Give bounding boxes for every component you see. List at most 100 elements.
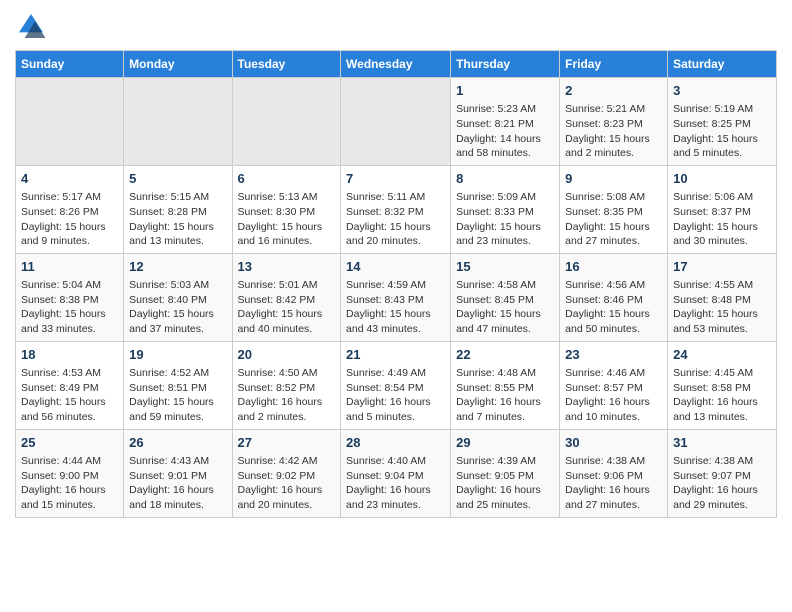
day-info: Sunrise: 4:38 AMSunset: 9:07 PMDaylight:… [673,454,771,513]
day-info: Sunrise: 5:15 AMSunset: 8:28 PMDaylight:… [129,190,226,249]
day-cell [341,78,451,166]
day-info: Sunrise: 5:11 AMSunset: 8:32 PMDaylight:… [346,190,445,249]
day-info: Sunrise: 4:56 AMSunset: 8:46 PMDaylight:… [565,278,662,337]
day-info: Sunrise: 4:42 AMSunset: 9:02 PMDaylight:… [238,454,336,513]
day-number: 2 [565,82,662,100]
day-cell: 15 Sunrise: 4:58 AMSunset: 8:45 PMDayligh… [451,253,560,341]
day-cell: 5 Sunrise: 5:15 AMSunset: 8:28 PMDaylight… [124,165,232,253]
day-cell: 8 Sunrise: 5:09 AMSunset: 8:33 PMDaylight… [451,165,560,253]
day-info: Sunrise: 4:48 AMSunset: 8:55 PMDaylight:… [456,366,554,425]
week-row-3: 11Sunrise: 5:04 AMSunset: 8:38 PMDayligh… [16,253,777,341]
day-cell: 14 Sunrise: 4:59 AMSunset: 8:43 PMDayligh… [341,253,451,341]
day-cell: 7 Sunrise: 5:11 AMSunset: 8:32 PMDaylight… [341,165,451,253]
col-header-friday: Friday [560,51,668,78]
day-cell: 20 Sunrise: 4:50 AMSunset: 8:52 PMDayligh… [232,341,341,429]
day-cell: 10 Sunrise: 5:06 AMSunset: 8:37 PMDayligh… [668,165,777,253]
day-info: Sunrise: 4:55 AMSunset: 8:48 PMDaylight:… [673,278,771,337]
day-number: 5 [129,170,226,188]
day-cell: 22 Sunrise: 4:48 AMSunset: 8:55 PMDayligh… [451,341,560,429]
day-cell: 19Sunrise: 4:52 AMSunset: 8:51 PMDayligh… [124,341,232,429]
day-number: 10 [673,170,771,188]
day-info: Sunrise: 5:04 AMSunset: 8:38 PMDaylight:… [21,278,118,337]
day-info: Sunrise: 4:46 AMSunset: 8:57 PMDaylight:… [565,366,662,425]
day-info: Sunrise: 5:03 AMSunset: 8:40 PMDaylight:… [129,278,226,337]
day-number: 6 [238,170,336,188]
day-info: Sunrise: 5:08 AMSunset: 8:35 PMDaylight:… [565,190,662,249]
day-number: 21 [346,346,445,364]
calendar-container: SundayMondayTuesdayWednesdayThursdayFrid… [0,0,792,533]
week-row-5: 25 Sunrise: 4:44 AMSunset: 9:00 PMDayligh… [16,429,777,517]
day-number: 28 [346,434,445,452]
day-cell: 18Sunrise: 4:53 AMSunset: 8:49 PMDayligh… [16,341,124,429]
day-number: 22 [456,346,554,364]
day-cell: 3Sunrise: 5:19 AMSunset: 8:25 PMDaylight… [668,78,777,166]
day-info: Sunrise: 5:13 AMSunset: 8:30 PMDaylight:… [238,190,336,249]
day-cell: 24 Sunrise: 4:45 AMSunset: 8:58 PMDayligh… [668,341,777,429]
day-info: Sunrise: 4:49 AMSunset: 8:54 PMDaylight:… [346,366,445,425]
day-cell: 11Sunrise: 5:04 AMSunset: 8:38 PMDayligh… [16,253,124,341]
day-info: Sunrise: 4:45 AMSunset: 8:58 PMDaylight:… [673,366,771,425]
col-header-thursday: Thursday [451,51,560,78]
col-header-wednesday: Wednesday [341,51,451,78]
day-cell: 21 Sunrise: 4:49 AMSunset: 8:54 PMDayligh… [341,341,451,429]
day-number: 23 [565,346,662,364]
day-cell: 12Sunrise: 5:03 AMSunset: 8:40 PMDayligh… [124,253,232,341]
day-number: 3 [673,82,771,100]
col-header-tuesday: Tuesday [232,51,341,78]
day-number: 25 [21,434,118,452]
day-info: Sunrise: 4:58 AMSunset: 8:45 PMDaylight:… [456,278,554,337]
day-info: Sunrise: 5:09 AMSunset: 8:33 PMDaylight:… [456,190,554,249]
day-info: Sunrise: 4:44 AMSunset: 9:00 PMDaylight:… [21,454,118,513]
day-number: 4 [21,170,118,188]
day-number: 1 [456,82,554,100]
day-cell: 16Sunrise: 4:56 AMSunset: 8:46 PMDayligh… [560,253,668,341]
day-number: 20 [238,346,336,364]
col-header-sunday: Sunday [16,51,124,78]
day-number: 27 [238,434,336,452]
day-cell: 13 Sunrise: 5:01 AMSunset: 8:42 PMDayligh… [232,253,341,341]
day-cell: 30 Sunrise: 4:38 AMSunset: 9:06 PMDayligh… [560,429,668,517]
day-cell [16,78,124,166]
day-number: 19 [129,346,226,364]
day-info: Sunrise: 5:21 AMSunset: 8:23 PMDaylight:… [565,102,662,161]
day-cell: 29Sunrise: 4:39 AMSunset: 9:05 PMDayligh… [451,429,560,517]
calendar-thead: SundayMondayTuesdayWednesdayThursdayFrid… [16,51,777,78]
day-cell: 2 Sunrise: 5:21 AMSunset: 8:23 PMDaylight… [560,78,668,166]
day-info: Sunrise: 5:01 AMSunset: 8:42 PMDaylight:… [238,278,336,337]
day-number: 29 [456,434,554,452]
day-info: Sunrise: 5:23 AMSunset: 8:21 PMDaylight:… [456,102,554,161]
day-cell: 25 Sunrise: 4:44 AMSunset: 9:00 PMDayligh… [16,429,124,517]
day-info: Sunrise: 4:50 AMSunset: 8:52 PMDaylight:… [238,366,336,425]
day-info: Sunrise: 4:40 AMSunset: 9:04 PMDaylight:… [346,454,445,513]
day-info: Sunrise: 4:38 AMSunset: 9:06 PMDaylight:… [565,454,662,513]
day-cell: 17 Sunrise: 4:55 AMSunset: 8:48 PMDayligh… [668,253,777,341]
day-cell: 31 Sunrise: 4:38 AMSunset: 9:07 PMDayligh… [668,429,777,517]
day-info: Sunrise: 4:43 AMSunset: 9:01 PMDaylight:… [129,454,226,513]
day-number: 7 [346,170,445,188]
day-info: Sunrise: 4:53 AMSunset: 8:49 PMDaylight:… [21,366,118,425]
day-number: 9 [565,170,662,188]
calendar-table: SundayMondayTuesdayWednesdayThursdayFrid… [15,50,777,518]
header-row: SundayMondayTuesdayWednesdayThursdayFrid… [16,51,777,78]
day-number: 30 [565,434,662,452]
day-number: 24 [673,346,771,364]
day-number: 14 [346,258,445,276]
day-cell: 1 Sunrise: 5:23 AMSunset: 8:21 PMDaylight… [451,78,560,166]
day-cell: 28 Sunrise: 4:40 AMSunset: 9:04 PMDayligh… [341,429,451,517]
day-info: Sunrise: 5:06 AMSunset: 8:37 PMDaylight:… [673,190,771,249]
week-row-2: 4 Sunrise: 5:17 AMSunset: 8:26 PMDaylight… [16,165,777,253]
day-number: 13 [238,258,336,276]
day-number: 15 [456,258,554,276]
day-number: 17 [673,258,771,276]
logo [15,10,51,42]
day-cell [124,78,232,166]
day-number: 8 [456,170,554,188]
day-info: Sunrise: 4:59 AMSunset: 8:43 PMDaylight:… [346,278,445,337]
day-cell: 27 Sunrise: 4:42 AMSunset: 9:02 PMDayligh… [232,429,341,517]
day-cell: 4 Sunrise: 5:17 AMSunset: 8:26 PMDaylight… [16,165,124,253]
day-number: 26 [129,434,226,452]
week-row-4: 18Sunrise: 4:53 AMSunset: 8:49 PMDayligh… [16,341,777,429]
day-info: Sunrise: 5:17 AMSunset: 8:26 PMDaylight:… [21,190,118,249]
day-cell: 6 Sunrise: 5:13 AMSunset: 8:30 PMDaylight… [232,165,341,253]
day-number: 31 [673,434,771,452]
